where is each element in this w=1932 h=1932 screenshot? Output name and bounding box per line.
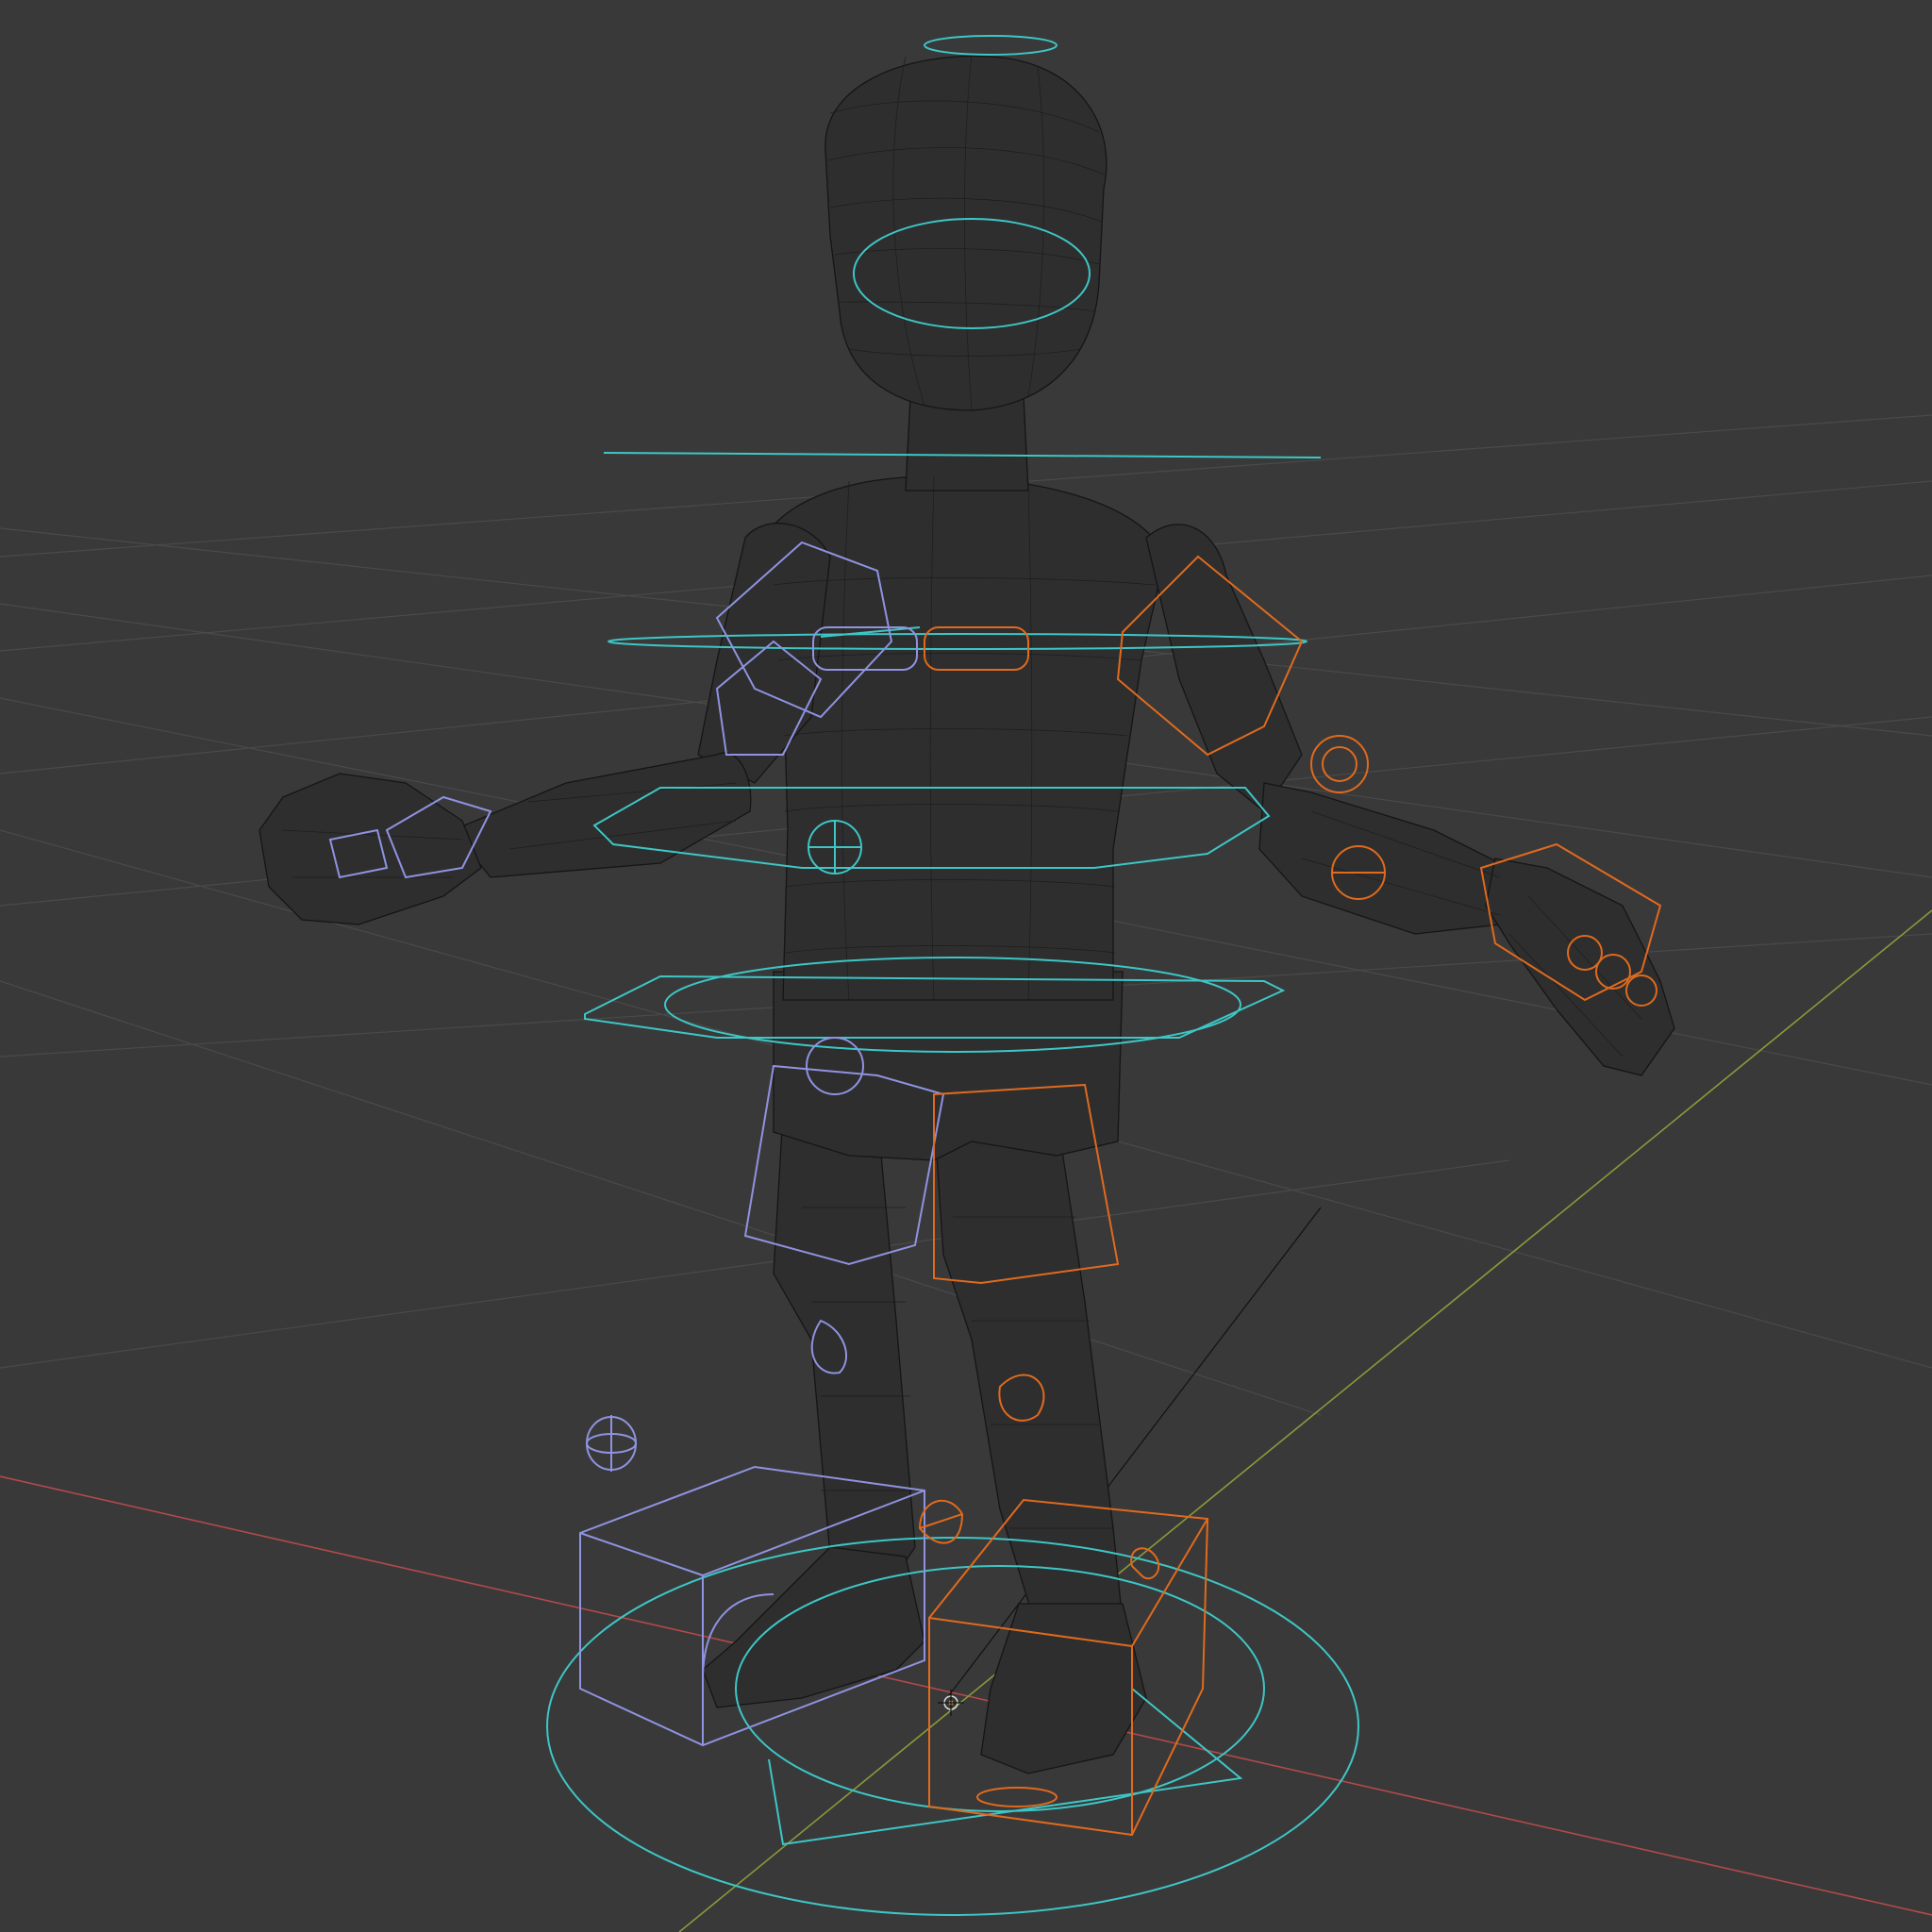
- 3d-viewport[interactable]: [0, 0, 1932, 1932]
- root-control: [546, 1537, 1359, 1916]
- left-forearm: [451, 752, 752, 878]
- right-leg: [933, 1112, 1124, 1633]
- right-forearm: [1258, 782, 1510, 935]
- character-mesh[interactable]: [258, 55, 1675, 1774]
- x-axis-line: [0, 1475, 1932, 1916]
- head: [824, 55, 1108, 411]
- right-upper-arm: [1145, 524, 1303, 812]
- right-elbow-control: [1310, 735, 1369, 793]
- viewport-canvas[interactable]: [0, 0, 1932, 1932]
- right-heel-control: [976, 1787, 1058, 1807]
- left-hand: [258, 773, 482, 925]
- right-hand: [1485, 858, 1675, 1076]
- head-top-control: [924, 35, 1058, 56]
- 3d-cursor-icon[interactable]: [938, 1690, 964, 1716]
